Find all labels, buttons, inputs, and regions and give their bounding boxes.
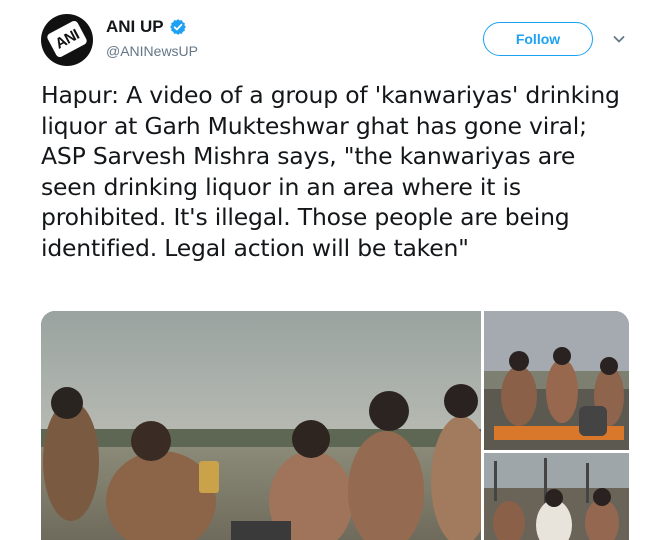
author-handle[interactable]: @ANINewsUP — [106, 43, 198, 59]
tweet-photo-top-right[interactable] — [484, 311, 629, 450]
avatar[interactable]: ANI — [41, 14, 93, 66]
display-name[interactable]: ANI UP — [106, 17, 164, 37]
chevron-down-icon[interactable] — [612, 32, 626, 46]
tweet-photo-bottom-right[interactable] — [484, 453, 629, 540]
photo-bottom-right-image — [484, 453, 629, 540]
tweet-text: Hapur: A video of a group of 'kanwariyas… — [41, 81, 620, 262]
avatar-logo-text: ANI — [52, 25, 82, 53]
photo-top-right-image — [484, 311, 629, 450]
ani-logo-icon: ANI — [45, 19, 89, 59]
photo-main-image — [41, 311, 481, 540]
tweet-header: ANI ANI UP @ANINewsUP Follow — [0, 0, 650, 80]
author-name-row: ANI UP — [106, 17, 187, 37]
follow-button[interactable]: Follow — [483, 22, 593, 56]
tweet-photo-main[interactable] — [41, 311, 481, 540]
tweet-media-grid — [41, 311, 629, 540]
verified-badge-icon — [169, 19, 186, 35]
